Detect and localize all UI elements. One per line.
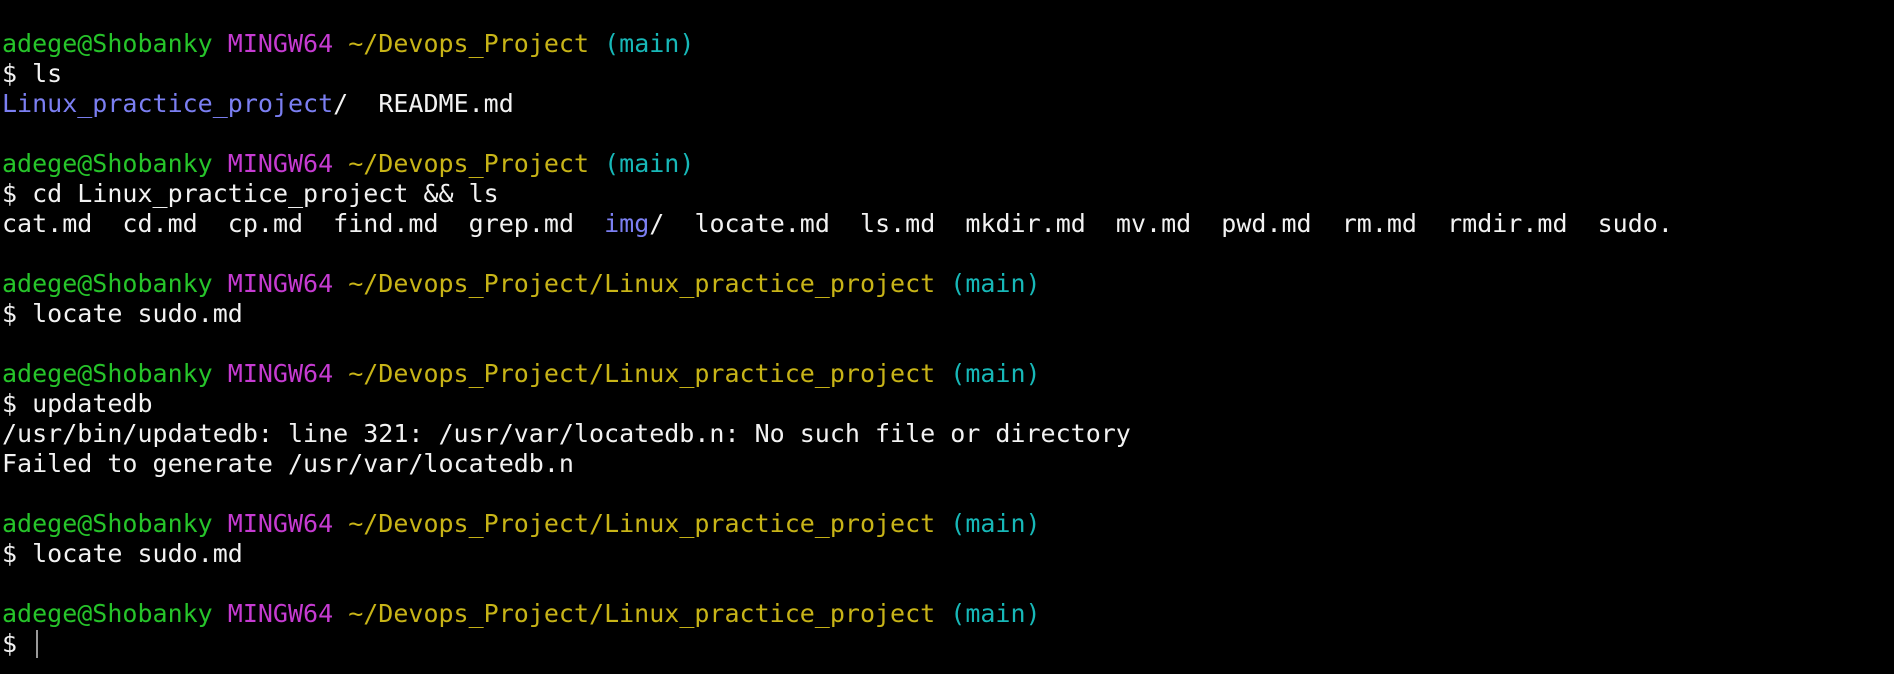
prompt-branch: (main): [604, 149, 695, 178]
prompt-line: adege@Shobanky MINGW64 ~/Devops_Project …: [0, 29, 1894, 59]
entry-sep: [830, 209, 860, 238]
file-entry: cp.md: [227, 209, 304, 238]
command-line: $ updatedb: [0, 389, 1894, 419]
file-entry: pwd.md: [1221, 209, 1312, 238]
entry-sep: [348, 89, 378, 118]
prompt-shell: MINGW64: [227, 29, 334, 58]
output-text: Failed to generate /usr/var/locatedb.n: [2, 449, 574, 478]
dir-slash: /: [649, 209, 665, 238]
entry-sep: [303, 209, 333, 238]
prompt-line: adege@Shobanky MINGW64 ~/Devops_Project/…: [0, 359, 1894, 389]
output-line: cat.md cd.md cp.md find.md grep.md img/ …: [0, 209, 1894, 239]
command-text: updatedb: [32, 389, 153, 418]
entry-sep: [1191, 209, 1221, 238]
prompt-shell: MINGW64: [227, 509, 334, 538]
command-text: ls: [32, 59, 63, 88]
prompt-shell: MINGW64: [227, 269, 334, 298]
terminal-window[interactable]: adege@Shobanky MINGW64 ~/Devops_Project …: [0, 0, 1894, 674]
prompt-path: ~/Devops_Project: [348, 149, 590, 178]
prompt-path: ~/Devops_Project/Linux_practice_project: [348, 599, 936, 628]
file-entry: rm.md: [1341, 209, 1417, 238]
prompt-user-host: adege@Shobanky: [2, 269, 213, 298]
file-entry: mv.md: [1115, 209, 1192, 238]
entry-sep: [664, 209, 694, 238]
entry-sep: [1568, 209, 1598, 238]
output-line: Failed to generate /usr/var/locatedb.n: [0, 449, 1894, 479]
command-text: cd Linux_practice_project && ls: [32, 179, 499, 208]
file-entry: ls.md: [860, 209, 936, 238]
command-line: $ ls: [0, 59, 1894, 89]
prompt-user-host: adege@Shobanky: [2, 509, 213, 538]
prompt-shell: MINGW64: [227, 599, 334, 628]
prompt-branch: (main): [950, 509, 1041, 538]
prompt-shell: MINGW64: [227, 149, 334, 178]
prompt-branch: (main): [950, 269, 1041, 298]
prompt-branch: (main): [950, 599, 1041, 628]
file-entry: mkdir.md: [965, 209, 1086, 238]
prompt-symbol: $: [2, 179, 18, 208]
prompt-line: adege@Shobanky MINGW64 ~/Devops_Project/…: [0, 269, 1894, 299]
entry-sep: [574, 209, 604, 238]
prompt-user-host: adege@Shobanky: [2, 149, 213, 178]
dir-slash: /: [333, 89, 349, 118]
entry-sep: [1312, 209, 1342, 238]
output-line: Linux_practice_project/ README.md: [0, 89, 1894, 119]
prompt-shell: MINGW64: [227, 359, 334, 388]
prompt-symbol: $: [2, 539, 18, 568]
entry-sep: [439, 209, 469, 238]
entry-sep: [935, 209, 965, 238]
prompt-path: ~/Devops_Project/Linux_practice_project: [348, 269, 936, 298]
output-line: /usr/bin/updatedb: line 321: /usr/var/lo…: [0, 419, 1894, 449]
prompt-line: adege@Shobanky MINGW64 ~/Devops_Project/…: [0, 509, 1894, 539]
entry-sep: [1086, 209, 1116, 238]
output-text: /usr/bin/updatedb: line 321: /usr/var/lo…: [2, 419, 1131, 448]
file-entry: cd.md: [122, 209, 198, 238]
file-entry: rmdir.md: [1447, 209, 1568, 238]
active-command-line[interactable]: $: [0, 629, 1894, 659]
prompt-symbol: $: [2, 59, 18, 88]
prompt-path: ~/Devops_Project: [348, 29, 590, 58]
file-entry: grep.md: [468, 209, 574, 238]
entry-sep: [92, 209, 122, 238]
prompt-line: adege@Shobanky MINGW64 ~/Devops_Project …: [0, 149, 1894, 179]
prompt-symbol: $: [2, 629, 18, 658]
prompt-branch: (main): [950, 359, 1041, 388]
command-text: locate sudo.md: [32, 299, 243, 328]
directory-entry: Linux_practice_project: [2, 89, 334, 118]
file-entry: locate.md: [694, 209, 830, 238]
command-line: $ cd Linux_practice_project && ls: [0, 179, 1894, 209]
file-entry: cat.md: [2, 209, 93, 238]
file-entry: find.md: [333, 209, 439, 238]
command-text: locate sudo.md: [32, 539, 243, 568]
prompt-path: ~/Devops_Project/Linux_practice_project: [348, 509, 936, 538]
entry-sep: [198, 209, 228, 238]
prompt-path: ~/Devops_Project/Linux_practice_project: [348, 359, 936, 388]
file-entry: sudo.: [1597, 209, 1673, 238]
prompt-symbol: $: [2, 299, 18, 328]
text-cursor[interactable]: [36, 630, 39, 658]
prompt-user-host: adege@Shobanky: [2, 599, 213, 628]
prompt-user-host: adege@Shobanky: [2, 359, 213, 388]
prompt-line: adege@Shobanky MINGW64 ~/Devops_Project/…: [0, 599, 1894, 629]
file-entry: README.md: [378, 89, 514, 118]
command-line: $ locate sudo.md: [0, 299, 1894, 329]
prompt-user-host: adege@Shobanky: [2, 29, 213, 58]
entry-sep: [1417, 209, 1447, 238]
prompt-symbol: $: [2, 389, 18, 418]
directory-entry: img: [604, 209, 650, 238]
command-line: $ locate sudo.md: [0, 539, 1894, 569]
prompt-branch: (main): [604, 29, 695, 58]
